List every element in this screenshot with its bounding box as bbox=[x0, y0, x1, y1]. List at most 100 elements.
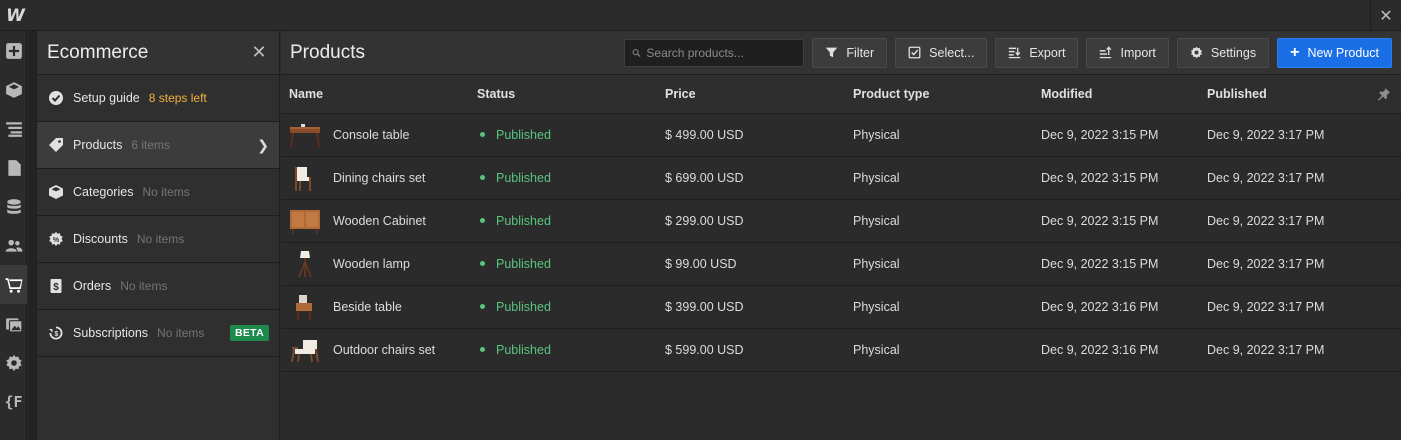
import-button[interactable]: Import bbox=[1086, 37, 1169, 68]
product-name: Beside table bbox=[333, 299, 402, 314]
nav-count: No items bbox=[120, 279, 168, 293]
nav-count: No items bbox=[157, 326, 205, 340]
product-name: Console table bbox=[333, 127, 410, 142]
cell-name: Outdoor chairs set bbox=[281, 328, 469, 372]
cell-status: Published bbox=[469, 199, 657, 243]
import-label: Import bbox=[1120, 45, 1156, 60]
status-badge: Published bbox=[477, 257, 657, 271]
column-header-name[interactable]: Name bbox=[281, 75, 469, 114]
nav-item-setup-guide[interactable]: Setup guide 8 steps left bbox=[37, 75, 279, 122]
cell-modified: Dec 9, 2022 3:15 PM bbox=[1033, 156, 1199, 200]
filter-icon bbox=[826, 47, 838, 58]
search-box[interactable] bbox=[624, 38, 805, 67]
settings-button[interactable]: Settings bbox=[1176, 37, 1270, 68]
cell-product-type: Physical bbox=[845, 113, 1033, 157]
nav-item-categories[interactable]: Categories No items bbox=[37, 169, 279, 216]
cell-published: Dec 9, 2022 3:17 PM bbox=[1199, 199, 1401, 243]
cell-product-type: Physical bbox=[845, 328, 1033, 372]
add-icon[interactable] bbox=[0, 31, 27, 70]
name-wrapper: Console table bbox=[289, 121, 469, 149]
nav-item-products[interactable]: Products 6 items ❯ bbox=[37, 122, 279, 169]
select-label: Select... bbox=[929, 45, 975, 60]
nav-item-subscriptions[interactable]: $ Subscriptions No items BETA bbox=[37, 310, 279, 357]
gear-icon bbox=[1190, 46, 1202, 59]
column-header-published[interactable]: Published bbox=[1199, 75, 1401, 114]
products-main: Products Filter Select... Export Import … bbox=[281, 31, 1401, 440]
webflow-logo[interactable]: W bbox=[0, 0, 31, 31]
table-row[interactable]: Outdoor chairs set Published $ 599.00 USD P… bbox=[281, 328, 1401, 372]
table-row[interactable]: Console table Published $ 499.00 USD Physic… bbox=[281, 113, 1401, 157]
status-badge: Published bbox=[477, 343, 657, 357]
new-product-button[interactable]: + New Product bbox=[1277, 37, 1392, 68]
panel-close-icon[interactable]: ✕ bbox=[249, 42, 269, 63]
search-icon bbox=[633, 48, 641, 57]
product-name: Wooden lamp bbox=[333, 256, 410, 271]
nav-label: Subscriptions bbox=[73, 326, 149, 340]
pages-icon[interactable] bbox=[0, 148, 27, 187]
select-button[interactable]: Select... bbox=[895, 37, 988, 68]
check-circle-icon bbox=[47, 89, 65, 107]
cell-name: Beside table bbox=[281, 285, 469, 329]
column-header-modified[interactable]: Modified bbox=[1033, 75, 1199, 114]
cell-product-type: Physical bbox=[845, 242, 1033, 286]
filter-button[interactable]: Filter bbox=[812, 37, 888, 68]
cell-published: Dec 9, 2022 3:17 PM bbox=[1199, 285, 1401, 329]
status-badge: Published bbox=[477, 300, 657, 314]
cell-modified: Dec 9, 2022 3:16 PM bbox=[1033, 285, 1199, 329]
table-row[interactable]: Beside table Published $ 399.00 USD Physica… bbox=[281, 285, 1401, 329]
cell-price: $ 699.00 USD bbox=[657, 156, 845, 200]
table-row[interactable]: Dining chairs set Published $ 699.00 USD Ph… bbox=[281, 156, 1401, 200]
nav-item-orders[interactable]: $ Orders No items bbox=[37, 263, 279, 310]
beta-badge: BETA bbox=[229, 325, 269, 341]
cell-price: $ 599.00 USD bbox=[657, 328, 845, 372]
cell-product-type: Physical bbox=[845, 199, 1033, 243]
new-product-label: New Product bbox=[1307, 45, 1379, 60]
box-icon[interactable] bbox=[0, 70, 27, 109]
navigator-icon[interactable] bbox=[0, 109, 27, 148]
status-badge: Published bbox=[477, 128, 657, 142]
cell-published: Dec 9, 2022 3:17 PM bbox=[1199, 328, 1401, 372]
product-thumbnail bbox=[289, 207, 321, 235]
nav-item-discounts[interactable]: % Discounts No items bbox=[37, 216, 279, 263]
chevron-right-icon: ❯ bbox=[257, 136, 269, 153]
product-thumbnail bbox=[289, 336, 321, 364]
settings-icon[interactable] bbox=[0, 343, 27, 382]
pin-icon[interactable] bbox=[1377, 87, 1391, 104]
column-header-product-type[interactable]: Product type bbox=[845, 75, 1033, 114]
name-wrapper: Dining chairs set bbox=[289, 164, 469, 192]
cell-published: Dec 9, 2022 3:17 PM bbox=[1199, 156, 1401, 200]
cart-icon[interactable] bbox=[0, 265, 27, 304]
filter-label: Filter bbox=[846, 45, 875, 60]
tag-icon bbox=[47, 136, 65, 154]
close-icon[interactable]: ✕ bbox=[1370, 0, 1401, 31]
status-dot bbox=[480, 132, 485, 137]
cell-status: Published bbox=[469, 328, 657, 372]
status-label: Published bbox=[496, 299, 551, 314]
logic-icon[interactable]: {F bbox=[0, 382, 27, 421]
status-label: Published bbox=[496, 342, 551, 357]
cms-icon[interactable] bbox=[0, 187, 27, 226]
assets-icon[interactable] bbox=[0, 304, 27, 343]
column-header-price[interactable]: Price bbox=[657, 75, 845, 114]
column-header-published-label: Published bbox=[1207, 86, 1267, 101]
cell-name: Wooden lamp bbox=[281, 242, 469, 286]
table-row[interactable]: Wooden Cabinet Published $ 299.00 USD Physi… bbox=[281, 199, 1401, 243]
cell-published: Dec 9, 2022 3:17 PM bbox=[1199, 242, 1401, 286]
export-button[interactable]: Export bbox=[995, 37, 1079, 68]
users-icon[interactable] bbox=[0, 226, 27, 265]
table-row[interactable]: Wooden lamp Published $ 99.00 USD Physical D… bbox=[281, 242, 1401, 286]
name-wrapper: Wooden Cabinet bbox=[289, 207, 469, 235]
nav-label: Categories bbox=[73, 185, 134, 199]
cell-price: $ 499.00 USD bbox=[657, 113, 845, 157]
search-input[interactable] bbox=[646, 45, 797, 60]
cell-published: Dec 9, 2022 3:17 PM bbox=[1199, 113, 1401, 157]
status-dot bbox=[480, 261, 485, 266]
export-icon bbox=[1009, 47, 1021, 59]
cell-price: $ 299.00 USD bbox=[657, 199, 845, 243]
page-title: Products bbox=[290, 41, 365, 63]
subscription-icon: $ bbox=[47, 324, 65, 342]
product-name: Dining chairs set bbox=[333, 170, 426, 185]
column-header-status[interactable]: Status bbox=[469, 75, 657, 114]
cell-modified: Dec 9, 2022 3:16 PM bbox=[1033, 328, 1199, 372]
name-wrapper: Wooden lamp bbox=[289, 250, 469, 278]
